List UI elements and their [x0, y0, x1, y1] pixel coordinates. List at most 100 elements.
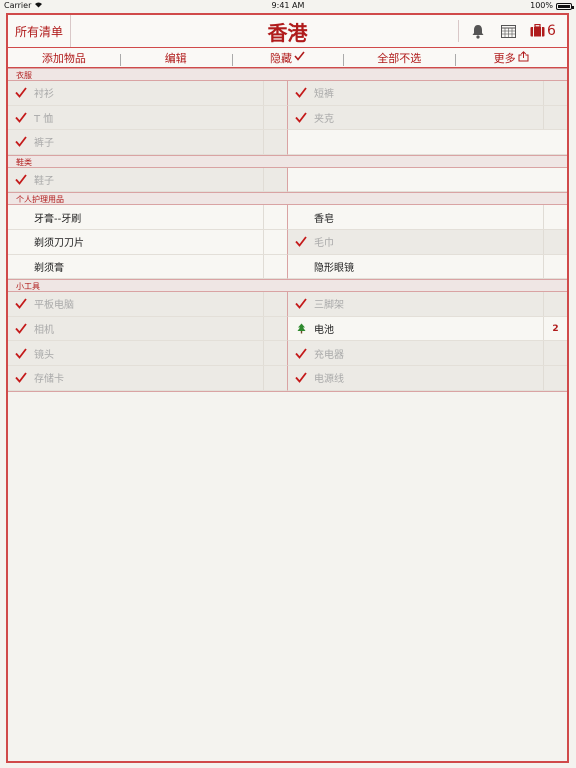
checkmark-icon — [290, 112, 312, 123]
hide-button[interactable]: 隐藏 — [231, 50, 344, 66]
item-label: 香皂 — [314, 213, 334, 225]
item-label: T 恤 — [34, 113, 54, 125]
item-label: 剃须刀刀片 — [34, 238, 84, 250]
checkmark-icon — [10, 112, 32, 123]
status-bar: Carrier 9:41 AM 100% — [0, 0, 576, 12]
quantity-cell[interactable] — [263, 130, 287, 154]
add-item-button[interactable]: 添加物品 — [8, 50, 120, 66]
deselect-all-label: 全部不选 — [377, 51, 422, 65]
all-lists-button[interactable]: 所有清单 — [8, 15, 71, 47]
list-item[interactable]: 存储卡 — [8, 365, 288, 391]
quantity-cell[interactable] — [263, 229, 287, 254]
list-item[interactable]: 短裤 — [288, 81, 567, 106]
list-item[interactable]: 夹克 — [288, 105, 567, 131]
checkmark-icon — [10, 298, 32, 310]
list-item[interactable]: 隐形眼镜 — [288, 254, 567, 280]
checkmark-icon — [10, 174, 32, 185]
empty-cell — [288, 130, 567, 155]
status-left: Carrier — [4, 0, 43, 12]
item-label: 鞋子 — [34, 176, 54, 188]
list-item[interactable]: 电源线 — [288, 365, 567, 391]
quantity-cell[interactable] — [263, 81, 287, 105]
section-header: 鞋类 — [8, 154, 567, 168]
edit-label: 编辑 — [164, 51, 187, 65]
quantity-cell[interactable] — [263, 316, 287, 341]
quantity-cell[interactable] — [543, 292, 567, 316]
status-right: 100% — [530, 0, 574, 12]
add-item-label: 添加物品 — [41, 51, 86, 65]
quantity-cell[interactable] — [263, 292, 287, 316]
quantity-cell[interactable] — [543, 341, 567, 365]
quantity-cell[interactable] — [543, 105, 567, 130]
quantity-cell[interactable] — [263, 167, 287, 192]
list-item[interactable]: 毛巾 — [288, 229, 567, 255]
section-items: 鞋子 — [8, 167, 567, 193]
quantity-cell[interactable] — [543, 205, 567, 229]
section-header: 小工具 — [8, 279, 567, 293]
app-frame: 所有清单 香港 6 添加物品 编辑 隐藏 全部不选 更多 衣服 衬衫 短裤 T … — [6, 13, 569, 763]
list-item[interactable]: 镜头 — [8, 341, 288, 366]
checkmark-icon — [10, 348, 32, 359]
deselect-all-button[interactable]: 全部不选 — [343, 50, 455, 66]
item-label: 夹克 — [314, 113, 334, 125]
list-item[interactable]: 相机 — [8, 316, 288, 342]
item-label: 平板电脑 — [34, 300, 74, 312]
section-header: 个人护理用品 — [8, 192, 567, 206]
item-label: 电池 — [314, 325, 334, 337]
empty-cell — [288, 167, 567, 193]
checkmark-icon — [10, 136, 32, 148]
quantity-cell[interactable] — [543, 229, 567, 254]
item-label: 隐形眼镜 — [314, 262, 354, 274]
toolbar: 添加物品 编辑 隐藏 全部不选 更多 — [8, 48, 567, 68]
list-item[interactable]: 平板电脑 — [8, 292, 288, 317]
nav-header: 所有清单 香港 6 — [8, 15, 567, 48]
list-item[interactable]: 牙膏--牙刷 — [8, 205, 288, 230]
list-item[interactable]: 衬衫 — [8, 81, 288, 106]
item-label: 裤子 — [34, 138, 54, 150]
hide-label: 隐藏 — [269, 51, 292, 65]
item-label: 毛巾 — [314, 238, 334, 250]
status-time: 9:41 AM — [271, 1, 305, 10]
list-item[interactable]: 电池 2 — [288, 316, 567, 342]
suitcase-button[interactable]: 6 — [523, 15, 563, 47]
quantity-cell[interactable] — [263, 254, 287, 279]
quantity-cell[interactable] — [263, 105, 287, 130]
battery-percent: 100% — [530, 1, 553, 10]
item-label: 短裤 — [314, 89, 334, 101]
quantity-cell[interactable]: 2 — [543, 316, 567, 341]
calendar-icon[interactable] — [493, 15, 523, 47]
list-item[interactable]: 剃须膏 — [8, 254, 288, 280]
item-label: 三脚架 — [314, 300, 344, 312]
list-item[interactable]: 香皂 — [288, 205, 567, 230]
quantity-cell[interactable] — [263, 365, 287, 390]
quantity-cell[interactable] — [263, 205, 287, 229]
item-label: 相机 — [34, 325, 54, 337]
section-items: 平板电脑 三脚架相机 电池 2 镜头 充电器 存储卡 电源线 — [8, 292, 567, 391]
list-item[interactable]: 剃须刀刀片 — [8, 229, 288, 255]
item-label: 剃须膏 — [34, 262, 64, 274]
list-item[interactable]: 鞋子 — [8, 167, 288, 193]
section-items: 牙膏--牙刷 香皂剃须刀刀片 毛巾剃须膏 隐形眼镜 — [8, 205, 567, 280]
suitcase-count: 6 — [547, 23, 556, 39]
quantity-cell[interactable] — [263, 341, 287, 365]
edit-button[interactable]: 编辑 — [119, 50, 232, 66]
quantity-cell[interactable] — [543, 365, 567, 390]
wifi-icon — [34, 0, 43, 12]
list-item[interactable]: 三脚架 — [288, 292, 567, 317]
checkmark-icon — [294, 51, 305, 64]
list-item[interactable]: 裤子 — [8, 130, 288, 155]
quantity-cell[interactable] — [543, 81, 567, 105]
packing-list: 衣服 衬衫 短裤 T 恤 夹克裤子鞋类鞋子个人护理用品 牙膏--牙刷 香皂剃须刀刀片 毛巾剃须… — [8, 68, 567, 392]
list-item[interactable]: T 恤 — [8, 105, 288, 131]
bell-icon[interactable] — [463, 15, 493, 47]
battery-icon — [556, 2, 574, 10]
item-label: 镜头 — [34, 349, 54, 361]
tree-icon — [290, 323, 312, 334]
item-label: 电源线 — [314, 374, 344, 386]
section-header: 衣服 — [8, 68, 567, 81]
quantity-cell[interactable] — [543, 254, 567, 279]
more-button[interactable]: 更多 — [455, 50, 567, 66]
list-item[interactable]: 充电器 — [288, 341, 567, 366]
checkmark-icon — [10, 372, 32, 384]
section-items: 衬衫 短裤 T 恤 夹克裤子 — [8, 81, 567, 155]
